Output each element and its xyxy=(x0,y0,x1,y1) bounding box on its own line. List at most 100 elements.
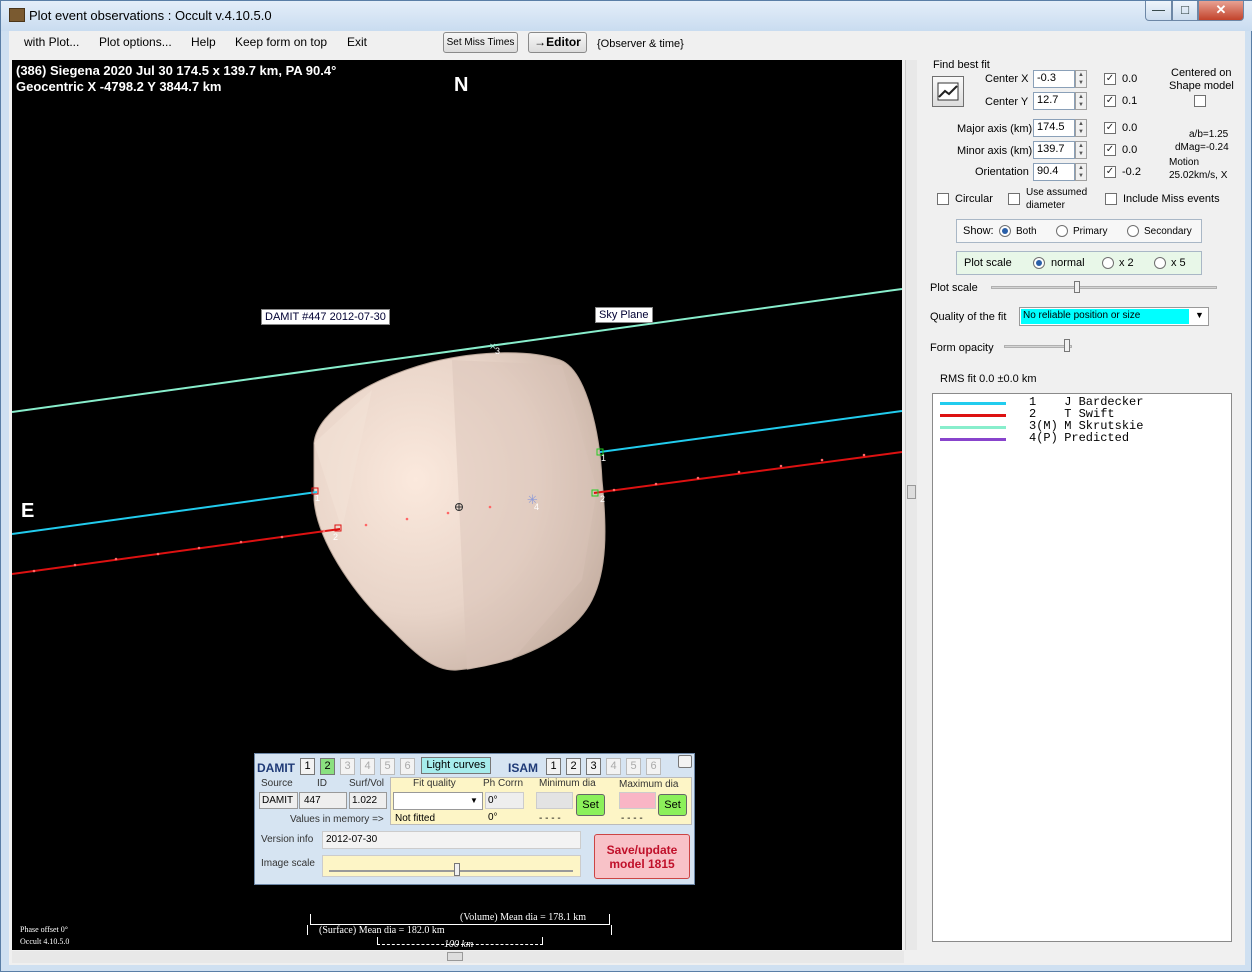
vertical-scroll-thumb[interactable] xyxy=(907,485,916,499)
surfvol-label: Surf/Vol xyxy=(349,778,385,789)
max-dia-field[interactable] xyxy=(619,792,656,809)
show-secondary-label: Secondary xyxy=(1144,226,1192,237)
circular-label: Circular xyxy=(955,193,993,205)
show-primary-label: Primary xyxy=(1073,226,1108,237)
editor-button[interactable]: →Editor xyxy=(528,32,587,53)
chord-2-right xyxy=(593,451,902,494)
light-curves-button[interactable]: Light curves xyxy=(421,757,491,774)
minor-axis-input[interactable]: 139.7 xyxy=(1033,141,1075,159)
quality-value: No reliable position or size xyxy=(1021,309,1189,324)
center-y-input[interactable]: 12.7 xyxy=(1033,92,1075,110)
horizontal-scroll-thumb[interactable] xyxy=(447,952,463,961)
isam-model-6-button[interactable]: 6 xyxy=(646,758,661,775)
menu-keep-on-top[interactable]: Keep form on top xyxy=(235,35,327,49)
damit-collapse-button[interactable] xyxy=(678,755,692,768)
set-min-dia-button[interactable]: Set xyxy=(576,794,605,816)
quality-dropdown[interactable]: No reliable position or size ▼ xyxy=(1019,307,1209,326)
min-dia-label: Minimum dia xyxy=(539,778,596,789)
plot-scale-group: Plot scale normal x 2 x 5 xyxy=(956,251,1202,275)
plot-scale-x5-radio[interactable] xyxy=(1154,257,1166,269)
orientation-input[interactable]: 90.4 xyxy=(1033,163,1075,181)
damit-model-2-button[interactable]: 2 xyxy=(320,758,335,775)
minor-axis-delta: 0.0 xyxy=(1122,144,1138,156)
center-y-checkbox[interactable]: ✓ xyxy=(1104,95,1116,107)
title-bar: Plot event observations : Occult v.4.10.… xyxy=(1,1,1252,31)
show-both-radio[interactable] xyxy=(999,225,1011,237)
use-assumed-diameter-checkbox[interactable] xyxy=(1008,193,1020,205)
menu-exit[interactable]: Exit xyxy=(347,35,367,49)
max-dia-memory-value: - - - - xyxy=(621,813,643,824)
plot-scale-x2-radio[interactable] xyxy=(1102,257,1114,269)
center-x-checkbox[interactable]: ✓ xyxy=(1104,73,1116,85)
ph-corrn-field[interactable]: 0° xyxy=(485,792,524,809)
min-dia-field[interactable] xyxy=(536,792,573,809)
major-axis-label: Major axis (km) xyxy=(957,123,1033,135)
chord-label-1-right: 1 xyxy=(601,453,607,463)
show-primary-radio[interactable] xyxy=(1056,225,1068,237)
minimize-button[interactable]: — xyxy=(1145,1,1172,21)
vertical-scrollbar[interactable] xyxy=(905,60,917,950)
image-scale-track xyxy=(329,870,573,872)
source-label: Source xyxy=(261,778,293,789)
horizontal-scrollbar[interactable] xyxy=(12,951,904,963)
minor-axis-spinner[interactable]: ▲ ▼ xyxy=(1075,141,1087,159)
minor-axis-checkbox[interactable]: ✓ xyxy=(1104,144,1116,156)
orientation-checkbox[interactable]: ✓ xyxy=(1104,166,1116,178)
legend-swatch-1 xyxy=(940,402,1006,405)
menu-help[interactable]: Help xyxy=(191,35,216,49)
form-opacity-slider-thumb[interactable] xyxy=(1064,339,1070,352)
diameter-label: diameter xyxy=(1026,200,1065,211)
isam-model-5-button[interactable]: 5 xyxy=(626,758,641,775)
phase-offset-text: Phase offset 0° xyxy=(20,925,68,934)
isam-model-2-button[interactable]: 2 xyxy=(566,758,581,775)
isam-model-4-button[interactable]: 4 xyxy=(606,758,621,775)
menu-with-plot[interactable]: with Plot... xyxy=(24,35,79,49)
id-field: 447 xyxy=(299,792,347,809)
set-miss-times-button[interactable]: Set Miss Times xyxy=(443,32,518,53)
scale-bar xyxy=(377,937,543,945)
fit-quality-dropdown[interactable]: ▼ xyxy=(393,792,483,810)
chord-label-2-right: 2 xyxy=(600,494,606,504)
chord-label-4: 4 xyxy=(534,502,540,512)
center-y-spinner[interactable]: ▲ ▼ xyxy=(1075,92,1087,110)
plot-scale-slider[interactable] xyxy=(991,286,1217,289)
min-dia-memory-value: - - - - xyxy=(539,813,561,824)
close-button[interactable]: ✕ xyxy=(1198,1,1244,21)
include-miss-checkbox[interactable] xyxy=(1105,193,1117,205)
ab-ratio: a/b=1.25 xyxy=(1189,129,1229,140)
center-x-delta: 0.0 xyxy=(1122,73,1138,85)
isam-model-3-button[interactable]: 3 xyxy=(586,758,601,775)
rms-fit: RMS fit 0.0 ±0.0 km xyxy=(940,373,1037,385)
major-axis-spinner[interactable]: ▲ ▼ xyxy=(1075,119,1087,137)
save-update-model-button[interactable]: Save/update model 1815 xyxy=(594,834,690,879)
maximize-button[interactable]: □ xyxy=(1172,1,1198,21)
circular-checkbox[interactable] xyxy=(937,193,949,205)
find-best-fit-button[interactable] xyxy=(932,76,964,107)
plot-scale-normal-radio[interactable] xyxy=(1033,257,1045,269)
dmag: dMag=-0.24 xyxy=(1175,142,1229,153)
damit-model-4-button[interactable]: 4 xyxy=(360,758,375,775)
menu-plot-options[interactable]: Plot options... xyxy=(99,35,172,49)
set-max-dia-button[interactable]: Set xyxy=(658,794,687,816)
major-axis-checkbox[interactable]: ✓ xyxy=(1104,122,1116,134)
center-x-spinner[interactable]: ▲ ▼ xyxy=(1075,70,1087,88)
plot-scale-x5-label: x 5 xyxy=(1171,257,1186,269)
find-best-fit-label: Find best fit xyxy=(933,59,990,71)
form-opacity-slider[interactable] xyxy=(1004,345,1072,348)
show-secondary-radio[interactable] xyxy=(1127,225,1139,237)
damit-model-6-button[interactable]: 6 xyxy=(400,758,415,775)
major-axis-input[interactable]: 174.5 xyxy=(1033,119,1075,137)
damit-model-3-button[interactable]: 3 xyxy=(340,758,355,775)
damit-model-1-button[interactable]: 1 xyxy=(300,758,315,775)
damit-model-5-button[interactable]: 5 xyxy=(380,758,395,775)
plot-scale-slider-thumb[interactable] xyxy=(1074,281,1080,293)
chord-1-right xyxy=(599,410,902,453)
center-x-input[interactable]: -0.3 xyxy=(1033,70,1075,88)
sky-plane-label: Sky Plane xyxy=(595,307,653,323)
image-scale-thumb[interactable] xyxy=(454,863,460,876)
orientation-spinner[interactable]: ▲ ▼ xyxy=(1075,163,1087,181)
plot-scale-x2-label: x 2 xyxy=(1119,257,1134,269)
centered-on-shape-checkbox[interactable] xyxy=(1194,95,1206,107)
image-scale-slider[interactable] xyxy=(322,855,581,877)
isam-model-1-button[interactable]: 1 xyxy=(546,758,561,775)
